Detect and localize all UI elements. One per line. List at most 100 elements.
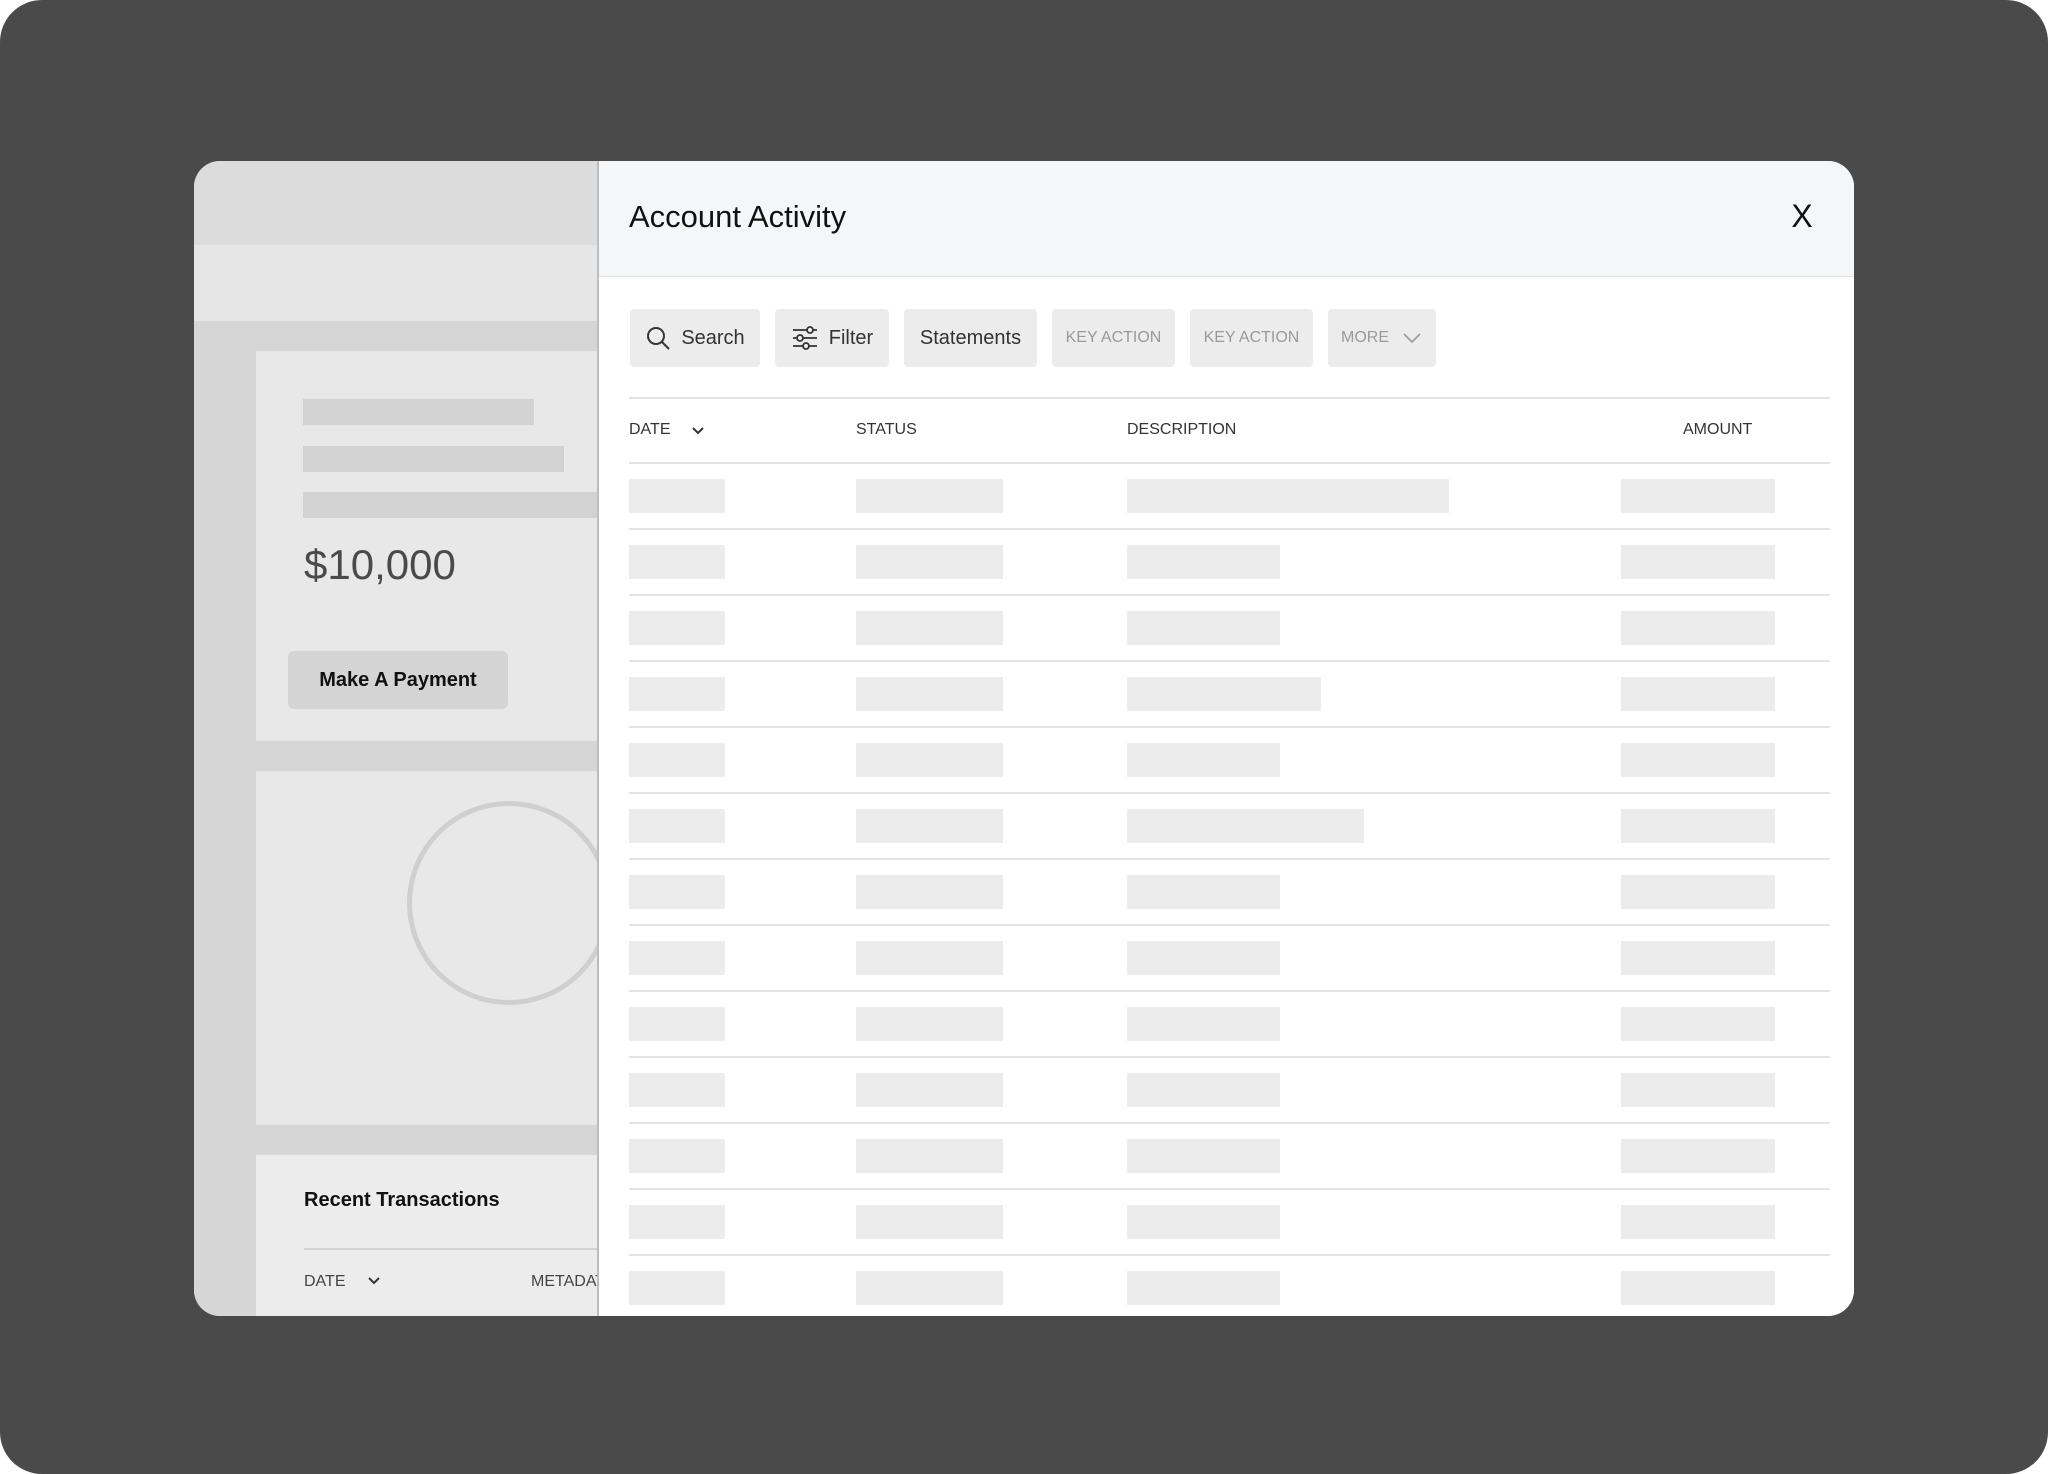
amount-cell-placeholder <box>1621 611 1775 645</box>
table-row[interactable] <box>629 794 1830 860</box>
date-cell-placeholder <box>629 1271 725 1305</box>
amount-cell-placeholder <box>1621 1007 1775 1041</box>
description-column-header: DESCRIPTION <box>1127 421 1237 438</box>
background-band <box>194 321 597 351</box>
close-button[interactable]: X <box>1777 191 1827 241</box>
skeleton-line <box>303 399 534 425</box>
more-label: MORE <box>1341 329 1389 346</box>
amount-cell-placeholder <box>1621 941 1775 975</box>
key-action-label: KEY ACTION <box>1065 329 1162 346</box>
balance-amount: $10,000 <box>304 541 456 588</box>
table-row[interactable] <box>629 992 1830 1058</box>
amount-cell-placeholder <box>1621 677 1775 711</box>
amount-cell-placeholder <box>1621 1205 1775 1239</box>
statements-button[interactable]: Statements <box>904 309 1037 367</box>
description-cell-placeholder <box>1127 1073 1280 1107</box>
search-icon <box>647 327 671 350</box>
table-row[interactable] <box>629 464 1830 530</box>
skeleton-line <box>303 446 564 472</box>
panel-header: Account Activity X <box>599 161 1854 277</box>
status-cell-placeholder <box>856 941 1003 975</box>
status-cell-placeholder <box>856 1271 1003 1305</box>
background-left-strip <box>194 351 256 1316</box>
amount-cell-placeholder <box>1621 1073 1775 1107</box>
description-cell-placeholder <box>1127 677 1321 711</box>
search-button[interactable]: Search <box>630 309 760 367</box>
status-cell-placeholder <box>856 545 1003 579</box>
donut-chart-placeholder <box>407 801 611 1005</box>
date-cell-placeholder <box>629 677 725 711</box>
status-cell-placeholder <box>856 1007 1003 1041</box>
description-cell-placeholder <box>1127 941 1280 975</box>
table-row[interactable] <box>629 1124 1830 1190</box>
table-row[interactable] <box>629 1190 1830 1256</box>
description-cell-placeholder <box>1127 545 1280 579</box>
search-label: Search <box>681 326 745 349</box>
date-cell-placeholder <box>629 1205 725 1239</box>
status-cell-placeholder <box>856 809 1003 843</box>
table-header: DATE STATUS DESCRIPTION AMOUNT <box>629 397 1830 464</box>
table-row[interactable] <box>629 662 1830 728</box>
app-window: $10,000 Make A Payment Recent Transactio… <box>194 161 1854 1316</box>
chevron-down-icon[interactable] <box>364 1271 384 1291</box>
amount-cell-placeholder <box>1621 809 1775 843</box>
description-cell-placeholder <box>1127 1007 1280 1041</box>
status-cell-placeholder <box>856 1205 1003 1239</box>
description-cell-placeholder <box>1127 875 1280 909</box>
date-cell-placeholder <box>629 743 725 777</box>
key-action-button-1[interactable]: KEY ACTION <box>1052 309 1175 367</box>
account-activity-panel: Account Activity X Search Filter Stateme… <box>597 161 1854 1316</box>
table-row[interactable] <box>629 926 1830 992</box>
status-cell-placeholder <box>856 1073 1003 1107</box>
amount-cell-placeholder <box>1621 875 1775 909</box>
filter-sliders-icon <box>792 326 817 350</box>
date-cell-placeholder <box>629 1139 725 1173</box>
more-dropdown-button[interactable]: MORE <box>1328 309 1436 367</box>
status-column-header: STATUS <box>856 421 917 438</box>
table-row[interactable] <box>629 1058 1830 1124</box>
key-action-button-2[interactable]: KEY ACTION <box>1190 309 1313 367</box>
table-body <box>629 464 1830 1316</box>
date-cell-placeholder <box>629 611 725 645</box>
date-cell-placeholder <box>629 479 725 513</box>
status-cell-placeholder <box>856 479 1003 513</box>
recent-date-column-header[interactable]: DATE <box>304 1273 345 1291</box>
description-cell-placeholder <box>1127 1271 1280 1305</box>
date-cell-placeholder <box>629 809 725 843</box>
status-cell-placeholder <box>856 743 1003 777</box>
amount-cell-placeholder <box>1621 1271 1775 1305</box>
filter-label: Filter <box>828 326 874 349</box>
table-row[interactable] <box>629 596 1830 662</box>
recent-transactions-card <box>256 1155 597 1316</box>
recent-transactions-title: Recent Transactions <box>304 1189 500 1211</box>
table-row[interactable] <box>629 530 1830 596</box>
filter-button[interactable]: Filter <box>775 309 889 367</box>
description-cell-placeholder <box>1127 1139 1280 1173</box>
activity-table: DATE STATUS DESCRIPTION AMOUNT <box>629 397 1830 1316</box>
chevron-down-icon[interactable] <box>688 421 708 441</box>
date-cell-placeholder <box>629 545 725 579</box>
description-cell-placeholder <box>1127 1205 1280 1239</box>
description-cell-placeholder <box>1127 611 1280 645</box>
device-frame: $10,000 Make A Payment Recent Transactio… <box>0 0 2048 1474</box>
status-cell-placeholder <box>856 875 1003 909</box>
key-action-label: KEY ACTION <box>1203 329 1300 346</box>
description-cell-placeholder <box>1127 743 1280 777</box>
statements-label: Statements <box>919 326 1022 349</box>
table-row[interactable] <box>629 860 1830 926</box>
chevron-down-icon <box>1403 333 1421 344</box>
amount-column-header: AMOUNT <box>1683 421 1753 438</box>
description-cell-placeholder <box>1127 809 1364 843</box>
background-separator <box>256 741 597 771</box>
table-row[interactable] <box>629 728 1830 794</box>
amount-cell-placeholder <box>1621 743 1775 777</box>
panel-title: Account Activity <box>629 199 847 234</box>
divider <box>304 1248 597 1250</box>
status-cell-placeholder <box>856 611 1003 645</box>
date-column-header[interactable]: DATE <box>629 421 670 439</box>
table-row[interactable] <box>629 1256 1830 1316</box>
status-cell-placeholder <box>856 677 1003 711</box>
date-cell-placeholder <box>629 1073 725 1107</box>
make-payment-button[interactable]: Make A Payment <box>288 651 508 709</box>
date-cell-placeholder <box>629 1007 725 1041</box>
